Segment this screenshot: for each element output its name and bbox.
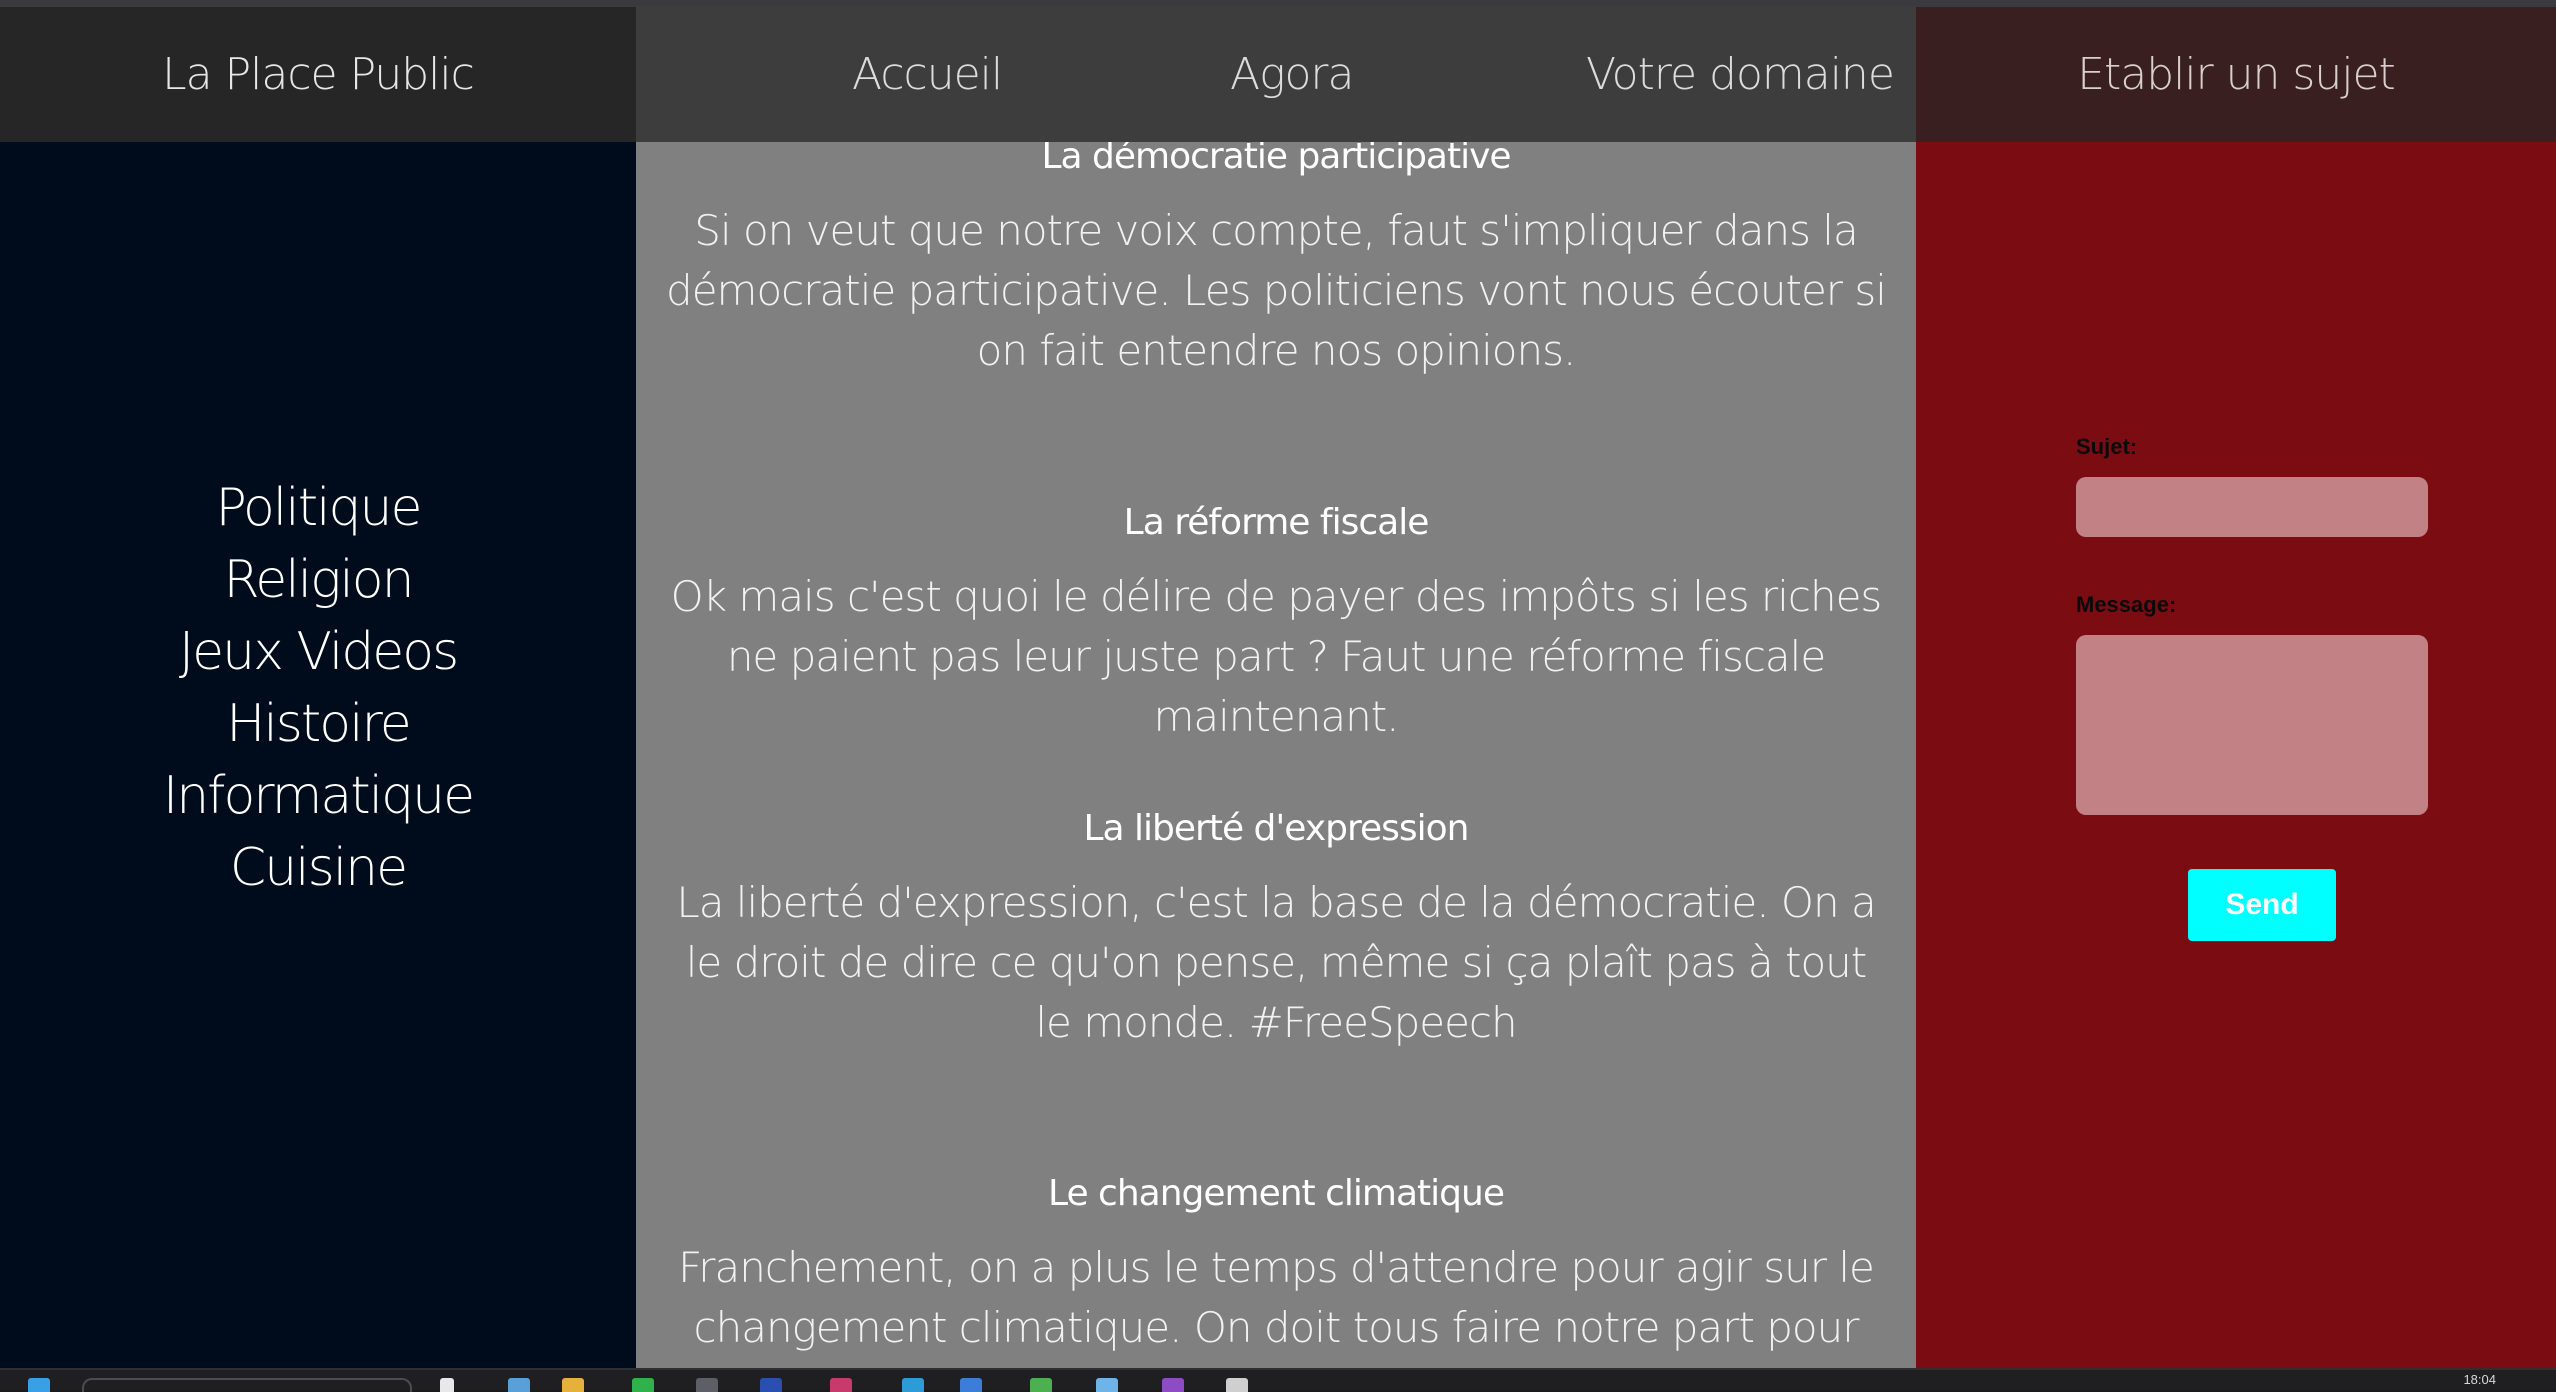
create-topic-header: Etablir un sujet [1916,7,2556,142]
post-card: La liberté d'expression La liberté d'exp… [636,808,1916,1053]
message-textarea[interactable] [2076,635,2428,815]
post-card: Le changement climatique Franchement, on… [636,1173,1916,1368]
category-politique[interactable]: Politique [0,472,636,544]
category-list: Politique Religion Jeux Videos Histoire … [0,472,636,904]
nav-link-agora[interactable]: Agora [1230,7,1354,142]
post-title[interactable]: La liberté d'expression [636,808,1916,849]
post-card: La démocratie participative Si on veut q… [636,142,1916,381]
posts-feed[interactable]: La démocratie participative Si on veut q… [636,142,1916,1368]
category-sidebar: Politique Religion Jeux Videos Histoire … [0,142,636,1368]
main-navigation: Accueil Agora Votre domaine [636,7,1916,142]
site-title[interactable]: La Place Public [162,49,475,100]
new-topic-form: Sujet: Message: Send [1916,142,2556,1368]
post-title[interactable]: Le changement climatique [636,1173,1916,1214]
browser-top-edge [0,0,2556,7]
create-topic-link[interactable]: Etablir un sujet [2077,49,2396,100]
category-cuisine[interactable]: Cuisine [0,832,636,904]
site-header-brand: La Place Public [0,7,636,142]
post-body: Si on veut que notre voix compte, faut s… [666,206,1887,375]
nav-link-votre-domaine[interactable]: Votre domaine [1586,7,1895,142]
category-religion[interactable]: Religion [0,544,636,616]
send-button[interactable]: Send [2188,869,2336,941]
post-title[interactable]: La réforme fiscale [636,502,1916,543]
post-body: Ok mais c'est quoi le délire de payer de… [670,572,1883,741]
category-informatique[interactable]: Informatique [0,760,636,832]
post-title[interactable]: La démocratie participative [636,142,1916,177]
category-jeux-videos[interactable]: Jeux Videos [0,616,636,688]
os-taskbar: 18:04 [0,1368,2556,1392]
message-label: Message: [2076,592,2177,617]
subject-label: Sujet: [2076,434,2138,459]
post-body: La liberté d'expression, c'est la base d… [676,878,1876,1047]
taskbar-clock[interactable]: 18:04 [2463,1372,2496,1387]
post-body: Franchement, on a plus le temps d'attend… [678,1243,1875,1368]
category-histoire[interactable]: Histoire [0,688,636,760]
post-card: La réforme fiscale Ok mais c'est quoi le… [636,502,1916,747]
nav-link-accueil[interactable]: Accueil [852,7,1003,142]
subject-input[interactable] [2076,477,2428,537]
